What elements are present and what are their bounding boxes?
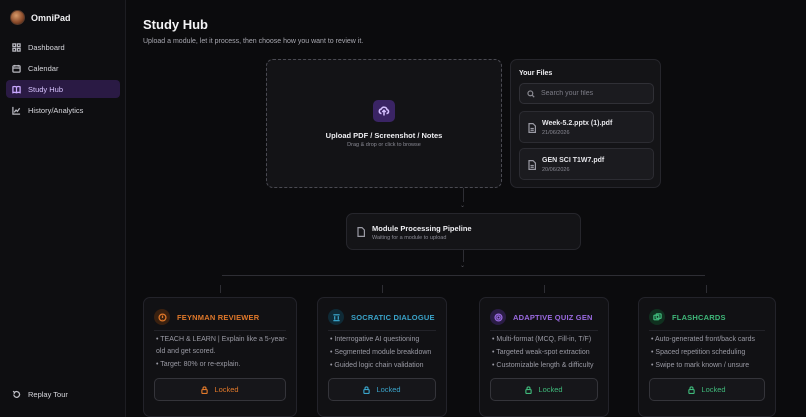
your-files-panel: Your Files Week-5.2.pptx (1).pdf 21/06/2… xyxy=(510,59,661,188)
locked-label: Locked xyxy=(376,385,401,394)
sidebar-nav: Dashboard Calendar Study Hub History/Ana… xyxy=(6,38,120,122)
feature-list: • Interrogative AI questioning • Segment… xyxy=(330,334,438,373)
file-date: 20/06/2026 xyxy=(542,167,570,173)
feature-list: • Multi-format (MCQ, Fill-in, T/F) • Tar… xyxy=(492,334,600,373)
lock-icon xyxy=(363,385,371,394)
file-item[interactable]: GEN SCI T1W7.pdf 20/06/2026 xyxy=(519,148,654,180)
sidebar: OmniPad Dashboard Calendar Study Hub His… xyxy=(0,0,126,417)
feature-item: • Guided logic chain validation xyxy=(330,362,424,369)
pipeline-title: Module Processing Pipeline xyxy=(372,224,472,233)
file-search-input[interactable] xyxy=(541,90,651,97)
page-subtitle: Upload a module, let it process, then ch… xyxy=(143,38,364,45)
upload-title: Upload PDF / Screenshot / Notes xyxy=(325,131,443,140)
document-icon xyxy=(528,123,536,133)
feature-item: • Targeted weak-spot extraction xyxy=(492,349,590,356)
sidebar-item-label: Calendar xyxy=(28,63,59,73)
calendar-icon xyxy=(12,64,21,73)
page-title: Study Hub xyxy=(143,17,208,32)
mode-title: ADAPTIVE QUIZ GEN xyxy=(513,313,593,322)
socratic-dialogue-card: SOCRATIC DIALOGUE • Interrogative AI que… xyxy=(317,297,447,417)
locked-button[interactable]: Locked xyxy=(328,378,436,401)
your-files-title: Your Files xyxy=(519,70,553,77)
divider xyxy=(649,330,765,331)
sidebar-item-study-hub[interactable]: Study Hub xyxy=(6,80,120,98)
sidebar-item-label: Dashboard xyxy=(28,42,65,52)
file-search xyxy=(519,83,654,104)
locked-button[interactable]: Locked xyxy=(490,378,598,401)
feature-item: • Customizable length & difficulty xyxy=(492,362,594,369)
connector-tick xyxy=(220,285,221,293)
document-icon xyxy=(357,227,365,237)
feature-item: • Multi-format (MCQ, Fill-in, T/F) xyxy=(492,336,592,343)
locked-button[interactable]: Locked xyxy=(154,378,286,401)
chevron-down-icon: ⌄ xyxy=(460,263,466,269)
connector-tick xyxy=(382,285,383,293)
sidebar-item-calendar[interactable]: Calendar xyxy=(6,59,120,77)
feature-item: • Interrogative AI questioning xyxy=(330,336,420,343)
replay-icon xyxy=(12,390,21,398)
avatar xyxy=(10,10,25,25)
brand[interactable]: OmniPad xyxy=(10,10,71,25)
book-icon xyxy=(12,85,21,94)
cards-icon xyxy=(649,309,665,325)
upload-icon xyxy=(373,100,395,122)
replay-tour-button[interactable]: Replay Tour xyxy=(12,390,68,399)
feature-item: • Auto-generated front/back cards xyxy=(651,336,756,343)
file-name: Week-5.2.pptx (1).pdf xyxy=(542,120,613,127)
lock-icon xyxy=(525,385,533,394)
sidebar-item-label: Study Hub xyxy=(28,84,64,94)
divider xyxy=(490,330,598,331)
mode-title: SOCRATIC DIALOGUE xyxy=(351,313,435,322)
file-name: GEN SCI T1W7.pdf xyxy=(542,157,605,164)
main-content: Study Hub Upload a module, let it proces… xyxy=(126,0,806,417)
divider xyxy=(154,330,286,331)
locked-label: Locked xyxy=(214,385,239,394)
lock-icon xyxy=(201,385,209,394)
columns-icon xyxy=(328,309,344,325)
flashcards-card: FLASHCARDS • Auto-generated front/back c… xyxy=(638,297,776,417)
connector-line xyxy=(463,250,464,262)
module-processing-pipeline: Module Processing Pipeline Waiting for a… xyxy=(346,213,581,250)
target-icon xyxy=(490,309,506,325)
sidebar-item-label: History/Analytics xyxy=(28,105,84,115)
feature-item: • Spaced repetition scheduling xyxy=(651,349,746,356)
search-icon xyxy=(527,89,535,98)
connector-tick xyxy=(544,285,545,293)
chart-icon xyxy=(12,106,21,115)
feature-list: • TEACH & LEARN | Explain like a 5-year-… xyxy=(156,334,288,372)
locked-label: Locked xyxy=(538,385,563,394)
mode-title: FEYNMAN REVIEWER xyxy=(177,313,260,322)
divider xyxy=(328,330,436,331)
connector-line xyxy=(463,188,464,202)
lock-icon xyxy=(688,385,696,394)
locked-label: Locked xyxy=(701,385,726,394)
feynman-reviewer-card: FEYNMAN REVIEWER • TEACH & LEARN | Expla… xyxy=(143,297,297,417)
file-date: 21/06/2026 xyxy=(542,130,570,136)
app-name: OmniPad xyxy=(31,12,71,23)
feature-item: • Swipe to mark known / unsure xyxy=(651,362,750,369)
feature-item: • TEACH & LEARN | Explain like a 5-year-… xyxy=(156,336,287,355)
upload-dropzone[interactable]: Upload PDF / Screenshot / Notes Drag & d… xyxy=(266,59,502,188)
locked-button[interactable]: Locked xyxy=(649,378,765,401)
lightbulb-icon xyxy=(154,309,170,325)
grid-icon xyxy=(12,42,21,52)
replay-tour-label: Replay Tour xyxy=(28,390,68,399)
feature-list: • Auto-generated front/back cards • Spac… xyxy=(651,334,767,373)
chevron-down-icon: ⌄ xyxy=(460,203,466,209)
connector-tick xyxy=(706,285,707,293)
connector-line xyxy=(222,275,705,276)
sidebar-item-dashboard[interactable]: Dashboard xyxy=(6,38,120,56)
upload-subtitle: Drag & drop or click to browse xyxy=(347,142,421,148)
adaptive-quiz-gen-card: ADAPTIVE QUIZ GEN • Multi-format (MCQ, F… xyxy=(479,297,609,417)
pipeline-status: Waiting for a module to upload xyxy=(372,235,447,241)
feature-item: • Target: 80% or re-explain. xyxy=(156,361,241,368)
mode-title: FLASHCARDS xyxy=(672,313,726,322)
file-item[interactable]: Week-5.2.pptx (1).pdf 21/06/2026 xyxy=(519,111,654,143)
document-icon xyxy=(528,160,536,170)
feature-item: • Segmented module breakdown xyxy=(330,349,432,356)
sidebar-item-history-analytics[interactable]: History/Analytics xyxy=(6,101,120,119)
